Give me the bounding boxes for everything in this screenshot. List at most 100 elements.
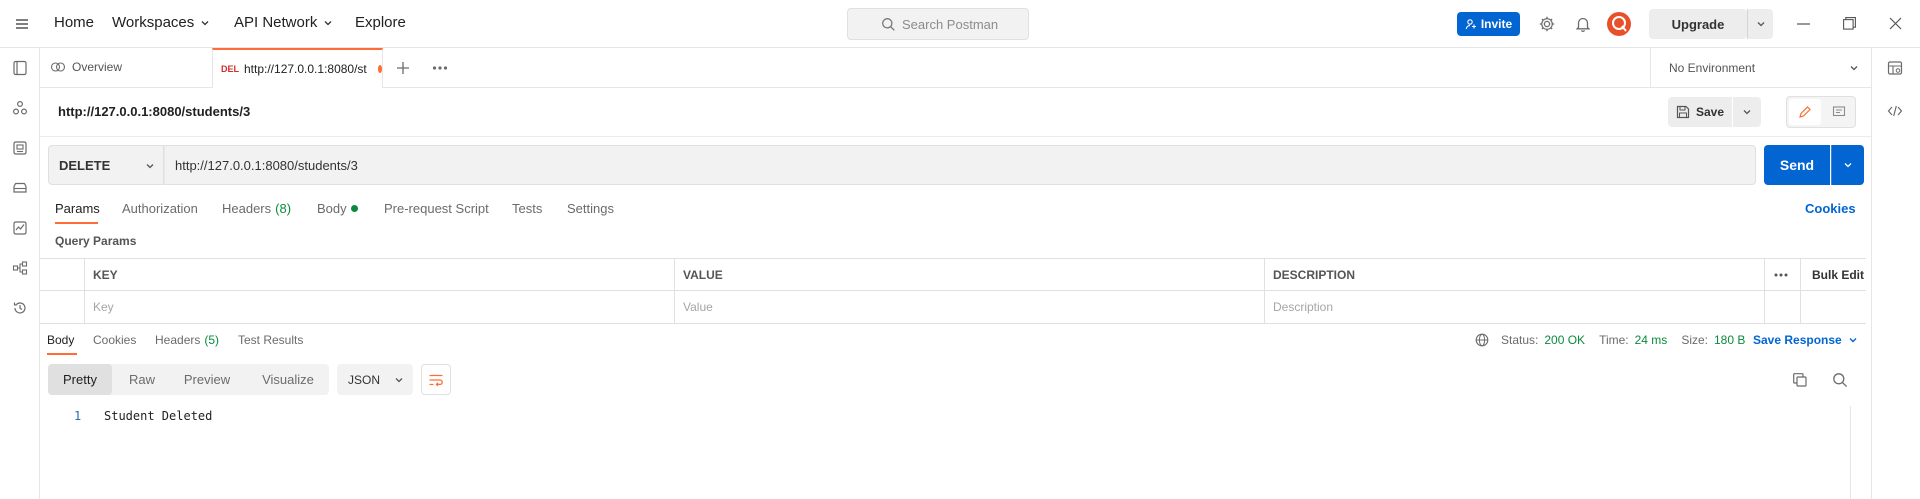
more-options-icon[interactable] [1774,273,1788,277]
workspace-icon [50,60,66,74]
tab-params[interactable]: Params [55,201,100,216]
save-button[interactable]: Save [1668,97,1732,127]
save-dropdown-button[interactable] [1733,97,1761,127]
column-header-description: DESCRIPTION [1273,268,1356,282]
url-input[interactable]: http://127.0.0.1:8080/students/3 [164,145,1756,185]
format-pretty[interactable]: Pretty [48,364,112,395]
cookies-link[interactable]: Cookies [1805,201,1856,216]
response-body-text[interactable]: Student Deleted [104,409,212,423]
globe-icon[interactable] [1475,333,1489,347]
tab-headers-label: Headers [222,201,272,216]
active-tab-indicator [55,222,98,224]
chevron-down-icon [1849,63,1859,73]
search-icon[interactable] [1832,372,1848,388]
send-label: Send [1779,157,1815,173]
save-icon [1676,105,1690,119]
tab-request-label: http://127.0.0.1:8080/st [244,62,367,76]
time-value[interactable]: 24 ms [1635,333,1668,347]
nav-explore[interactable]: Explore [355,14,406,31]
tab-authorization[interactable]: Authorization [122,201,198,216]
tab-tests[interactable]: Tests [512,201,542,216]
chevron-down-icon [1843,160,1853,170]
tab-request[interactable]: DEL http://127.0.0.1:8080/st [212,48,383,88]
tab-overview[interactable]: Overview [50,60,122,74]
save-response-label: Save Response [1753,333,1842,347]
avatar[interactable] [1607,12,1631,36]
status-value[interactable]: 200 OK [1544,333,1585,347]
send-button[interactable]: Send [1764,145,1830,185]
tab-headers[interactable]: Headers (8) [222,201,291,216]
save-response-button[interactable]: Save Response [1753,333,1858,347]
chevron-down-icon [145,161,155,171]
response-tab-cookies[interactable]: Cookies [93,333,136,347]
bell-icon[interactable] [1574,15,1592,33]
code-icon[interactable] [1887,103,1903,119]
tab-body[interactable]: Body [317,201,358,216]
monitors-icon[interactable] [10,218,30,238]
history-icon[interactable] [10,298,30,318]
environment-selector[interactable]: No Environment [1650,48,1871,88]
column-header-key: KEY [93,268,118,282]
response-tab-body-label: Body [47,333,75,347]
wrap-lines-icon [428,373,444,387]
size-value[interactable]: 180 B [1714,333,1745,347]
divider [40,136,1871,137]
close-icon[interactable] [1889,17,1902,30]
status-label: Status: [1501,333,1539,347]
new-tab-icon[interactable] [396,61,410,75]
nav-workspaces[interactable]: Workspaces [112,14,210,31]
unsaved-dot [377,65,382,73]
save-label: Save [1695,105,1725,119]
more-tabs-icon[interactable] [432,66,448,70]
bulk-edit-button[interactable]: Bulk Edit [1803,259,1864,291]
format-visualize[interactable]: Visualize [250,364,326,395]
tab-prerequest-label: Pre-request Script [384,201,489,216]
invite-label: Invite [1480,17,1513,31]
description-input[interactable]: Description [1264,291,1764,323]
gear-icon[interactable] [1538,15,1556,33]
body-indicator-dot [350,205,358,212]
upgrade-dropdown-button[interactable] [1747,9,1773,39]
copy-icon[interactable] [1792,372,1808,388]
search-icon [881,17,896,32]
restore-icon[interactable] [1843,17,1856,30]
nav-home[interactable]: Home [54,14,94,31]
request-title[interactable]: http://127.0.0.1:8080/students/3 [58,104,250,119]
environment-quick-look-icon[interactable] [1887,60,1903,76]
send-dropdown-button[interactable] [1831,145,1864,185]
size-label: Size: [1681,333,1708,347]
format-preview[interactable]: Preview [174,364,240,395]
apis-icon[interactable] [10,98,30,118]
nav-api-network[interactable]: API Network [234,14,333,31]
minimize-icon[interactable] [1797,23,1810,25]
response-tab-test-results[interactable]: Test Results [238,333,303,347]
response-tab-body[interactable]: Body [47,333,74,347]
wrap-lines-button[interactable] [421,364,451,395]
upgrade-label: Upgrade [1671,16,1725,32]
search-placeholder: Search Postman [902,16,999,32]
environments-icon[interactable] [10,138,30,158]
method-select[interactable]: DELETE [48,145,164,185]
language-select[interactable]: JSON [337,364,413,395]
edit-mode-button[interactable] [1789,99,1821,125]
tab-prerequest-script[interactable]: Pre-request Script [384,201,489,216]
invite-button[interactable]: Invite [1457,12,1520,36]
mock-servers-icon[interactable] [10,178,30,198]
column-divider [1764,258,1765,324]
flows-icon[interactable] [10,258,30,278]
menu-icon[interactable] [14,16,30,32]
comments-mode-button[interactable] [1823,99,1855,125]
response-tab-headers[interactable]: Headers (5) [155,333,219,347]
format-raw[interactable]: Raw [116,364,168,395]
value-input[interactable]: Value [674,291,1264,323]
add-user-icon [1465,18,1477,30]
tab-settings[interactable]: Settings [567,201,614,216]
language-label: JSON [348,372,381,387]
scrollbar[interactable] [1850,406,1851,499]
key-input[interactable]: Key [84,291,674,323]
upgrade-button[interactable]: Upgrade [1649,9,1747,39]
search-input[interactable]: Search Postman [847,8,1029,40]
collections-icon[interactable] [10,58,30,78]
column-divider [1800,258,1801,324]
tab-authorization-label: Authorization [122,201,198,216]
